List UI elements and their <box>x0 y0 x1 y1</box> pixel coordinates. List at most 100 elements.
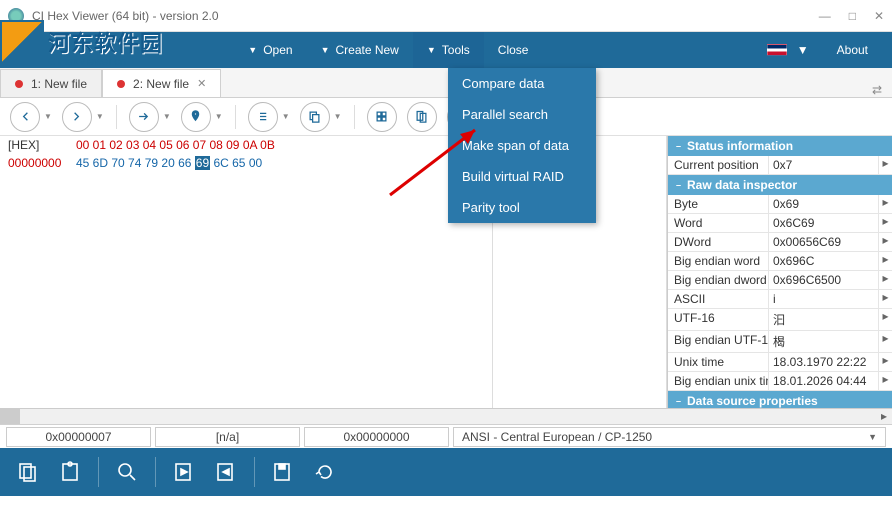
menuitem-make-span[interactable]: Make span of data <box>448 130 596 161</box>
chevron-down-icon: ▼ <box>427 45 436 55</box>
inspector-row-byte[interactable]: Byte0x69▸ <box>668 195 892 214</box>
hex-address: 00000000 <box>8 156 76 170</box>
inspector-row-bedw[interactable]: Big endian dword0x696C6500▸ <box>668 271 892 290</box>
menu-open[interactable]: ▼Open <box>234 32 306 68</box>
collapse-icon: – <box>676 180 681 190</box>
inspector-row-word[interactable]: Word0x6C69▸ <box>668 214 892 233</box>
inspector-row-unixtime[interactable]: Unix time18.03.1970 22:22▸ <box>668 353 892 372</box>
back-button[interactable] <box>10 102 40 132</box>
copy-button[interactable] <box>300 102 330 132</box>
save-button[interactable] <box>265 454 301 490</box>
chevron-down-icon: ▼ <box>321 45 330 55</box>
close-tab-icon[interactable]: ✕ <box>197 77 206 90</box>
inspector-row-bew[interactable]: Big endian word0x696C▸ <box>668 252 892 271</box>
menuitem-compare-data[interactable]: Compare data <box>448 68 596 99</box>
bottom-toolbar <box>0 448 892 496</box>
expand-icon: ▸ <box>878 195 892 213</box>
list-button[interactable] <box>248 102 278 132</box>
hex-header: [HEX] 00 01 02 03 04 05 06 07 08 09 0A 0… <box>0 136 492 154</box>
expand-icon: ▸ <box>878 353 892 371</box>
menu-about[interactable]: About <box>823 32 882 68</box>
expand-icon: ▸ <box>878 214 892 232</box>
menu-create-label: Create New <box>335 43 398 57</box>
expand-icon: ▸ <box>878 290 892 308</box>
inspector-section-status[interactable]: –Status information <box>668 136 892 156</box>
expand-icon: ▸ <box>878 309 892 330</box>
chevron-down-icon[interactable]: ▼ <box>334 112 342 121</box>
scroll-thumb[interactable] <box>0 409 20 424</box>
inspector-section-raw[interactable]: –Raw data inspector <box>668 175 892 195</box>
inspector-row-ascii[interactable]: ASCIIi▸ <box>668 290 892 309</box>
collapse-icon: – <box>676 141 681 151</box>
window-controls: — □ ✕ <box>819 9 884 23</box>
hex-bytes[interactable]: 45 6D 70 74 79 20 66 69 6C 65 00 <box>76 156 262 170</box>
statusbar: 0x00000007 [n/a] 0x00000000 ANSI - Centr… <box>0 424 892 448</box>
tools-dropdown: Compare data Parallel search Make span o… <box>448 68 596 223</box>
search-button[interactable] <box>109 454 145 490</box>
inspector-row-dword[interactable]: DWord0x00656C69▸ <box>668 233 892 252</box>
expand-icon[interactable]: ▸ <box>878 156 892 174</box>
inspector-row-beunixtime[interactable]: Big endian unix time18.01.2026 04:44▸ <box>668 372 892 391</box>
chevron-down-icon[interactable]: ▼ <box>282 112 290 121</box>
tab-label: 1: New file <box>31 77 87 91</box>
window-title: CI Hex Viewer (64 bit) - version 2.0 <box>32 9 819 23</box>
hex-offsets: 00 01 02 03 04 05 06 07 08 09 0A 0B <box>76 138 275 152</box>
chevron-down-icon[interactable]: ▼ <box>44 112 52 121</box>
goto-end-button[interactable] <box>208 454 244 490</box>
tab-file-2[interactable]: 2: New file ✕ <box>102 69 221 97</box>
refresh-button[interactable] <box>307 454 343 490</box>
menu-close[interactable]: Close <box>484 32 543 68</box>
grid-button[interactable] <box>367 102 397 132</box>
expand-icon: ▸ <box>878 252 892 270</box>
menu-close-label: Close <box>498 43 529 57</box>
goto-button[interactable] <box>129 102 159 132</box>
status-encoding[interactable]: ANSI - Central European / CP-1250▼ <box>453 427 886 447</box>
goto-start-button[interactable] <box>166 454 202 490</box>
menubar: ▼Open ▼ Create New ▼ Tools Close ▼ About <box>0 32 892 68</box>
menuitem-parallel-search[interactable]: Parallel search <box>448 99 596 130</box>
inspector-row-beutf16[interactable]: Big endian UTF-16楬▸ <box>668 331 892 353</box>
modified-dot-icon <box>15 80 23 88</box>
scroll-right-icon[interactable]: ▸ <box>876 409 892 424</box>
inspector-row-utf16[interactable]: UTF-16汩▸ <box>668 309 892 331</box>
files-button[interactable] <box>407 102 437 132</box>
menu-create-new[interactable]: ▼ Create New <box>307 32 413 68</box>
bookmark-button[interactable] <box>181 102 211 132</box>
forward-button[interactable] <box>62 102 92 132</box>
menuitem-build-raid[interactable]: Build virtual RAID <box>448 161 596 192</box>
horizontal-scrollbar[interactable]: ▸ <box>0 408 892 424</box>
expand-icon: ▸ <box>878 372 892 390</box>
expand-icon: ▸ <box>878 331 892 352</box>
chevron-down-icon: ▼ <box>868 432 877 442</box>
close-window-button[interactable]: ✕ <box>874 9 884 23</box>
selected-byte: 69 <box>195 156 210 170</box>
document-tabs: 1: New file 2: New file ✕ ⇄ <box>0 68 892 98</box>
chevron-down-icon[interactable]: ▼ <box>797 43 809 57</box>
paste-button[interactable] <box>52 454 88 490</box>
tab-file-1[interactable]: 1: New file <box>0 69 102 97</box>
hex-label: [HEX] <box>8 138 76 152</box>
menu-about-label: About <box>837 43 868 57</box>
app-icon <box>8 8 24 24</box>
toolbar: ▼ ▼ ▼ ▼ ▼ ▼ ▼ <box>0 98 892 136</box>
hex-row[interactable]: 00000000 45 6D 70 74 79 20 66 69 6C 65 0… <box>0 154 492 172</box>
status-position: 0x00000007 <box>6 427 151 447</box>
chevron-down-icon[interactable]: ▼ <box>96 112 104 121</box>
menuitem-parity-tool[interactable]: Parity tool <box>448 192 596 223</box>
tab-swap-button[interactable]: ⇄ <box>862 83 892 97</box>
chevron-down-icon: ▼ <box>248 45 257 55</box>
maximize-button[interactable]: □ <box>849 9 856 23</box>
minimize-button[interactable]: — <box>819 9 831 23</box>
hex-editor-area: [HEX] 00 01 02 03 04 05 06 07 08 09 0A 0… <box>0 136 892 408</box>
language-flag-icon[interactable] <box>767 44 787 56</box>
copy-button[interactable] <box>10 454 46 490</box>
inspector-section-source[interactable]: –Data source properties <box>668 391 892 408</box>
chevron-down-icon[interactable]: ▼ <box>215 112 223 121</box>
menu-tools[interactable]: ▼ Tools <box>413 32 484 68</box>
status-na: [n/a] <box>155 427 300 447</box>
menu-tools-label: Tools <box>442 43 470 57</box>
inspector-row-position[interactable]: Current position0x7▸ <box>668 156 892 175</box>
expand-icon: ▸ <box>878 233 892 251</box>
chevron-down-icon[interactable]: ▼ <box>163 112 171 121</box>
modified-dot-icon <box>117 80 125 88</box>
